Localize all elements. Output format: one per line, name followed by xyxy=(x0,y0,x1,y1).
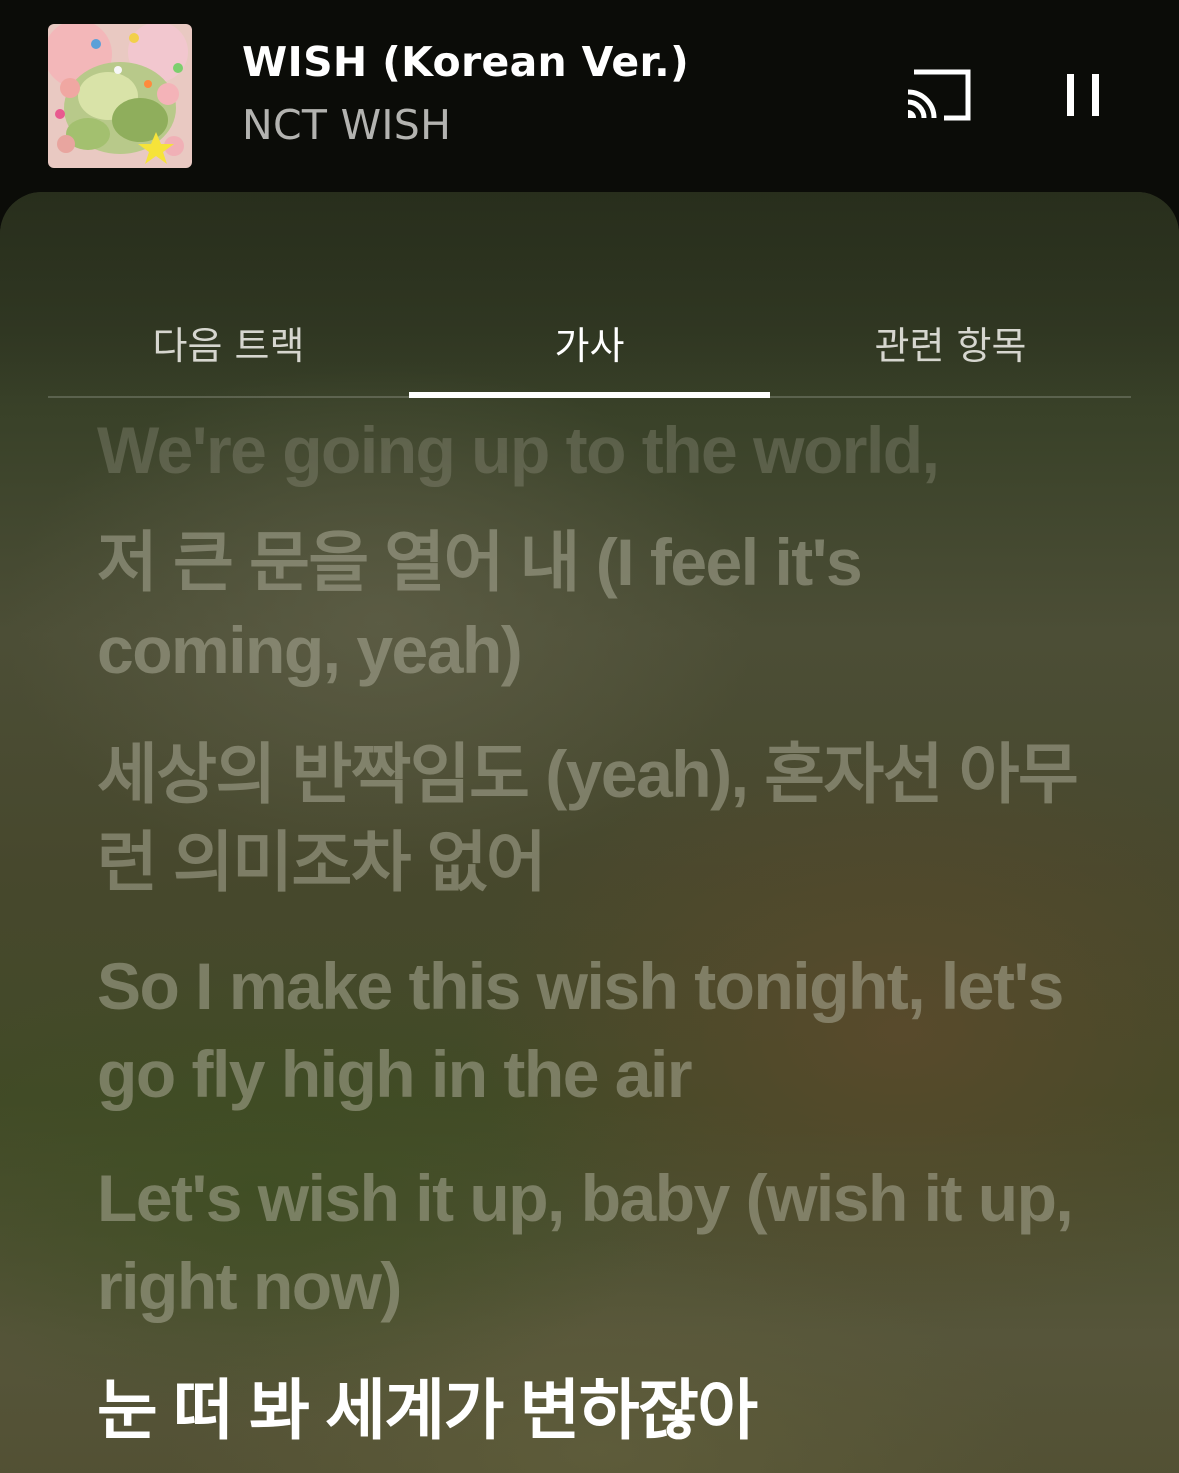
tab-lyrics[interactable]: 가사 xyxy=(409,288,770,396)
pause-icon xyxy=(1067,74,1099,116)
lyrics-screen: WISH (Korean Ver.) NCT WISH 다음 트랙 가사 관련 … xyxy=(0,0,1179,1473)
active-tab-indicator xyxy=(409,392,770,398)
tab-up-next[interactable]: 다음 트랙 xyxy=(48,288,409,396)
track-artist[interactable]: NCT WISH xyxy=(242,101,451,149)
track-title[interactable]: WISH (Korean Ver.) xyxy=(242,38,689,86)
cast-button[interactable] xyxy=(900,62,976,128)
album-art[interactable] xyxy=(48,24,192,168)
pause-button[interactable] xyxy=(1050,62,1116,128)
album-cover-image xyxy=(48,24,192,168)
tab-bar: 다음 트랙 가사 관련 항목 xyxy=(48,288,1131,398)
lyric-line[interactable]: We're going up to the world, xyxy=(97,406,1107,494)
lyric-line[interactable]: Let's wish it up, baby (wish it up, righ… xyxy=(97,1154,1107,1330)
tab-related[interactable]: 관련 항목 xyxy=(770,288,1131,396)
lyric-line[interactable]: 저 큰 문을 열어 내 (I feel it's coming, yeah) xyxy=(97,518,1107,694)
lyrics-list[interactable]: We're going up to the world, 저 큰 문을 열어 내… xyxy=(97,402,1107,1473)
lyric-line[interactable]: So I make this wish tonight, let's go fl… xyxy=(97,942,1107,1118)
lyric-line[interactable]: 세상의 반짝임도 (yeah), 혼자선 아무런 의미조차 없어 xyxy=(97,730,1107,906)
lyrics-panel: 다음 트랙 가사 관련 항목 We're going up to the wor… xyxy=(0,192,1179,1473)
current-lyric-line[interactable]: 눈 떠 봐 세계가 변하잖아 xyxy=(97,1366,1107,1454)
cast-icon xyxy=(907,69,971,121)
mini-player[interactable]: WISH (Korean Ver.) NCT WISH xyxy=(0,0,1179,192)
